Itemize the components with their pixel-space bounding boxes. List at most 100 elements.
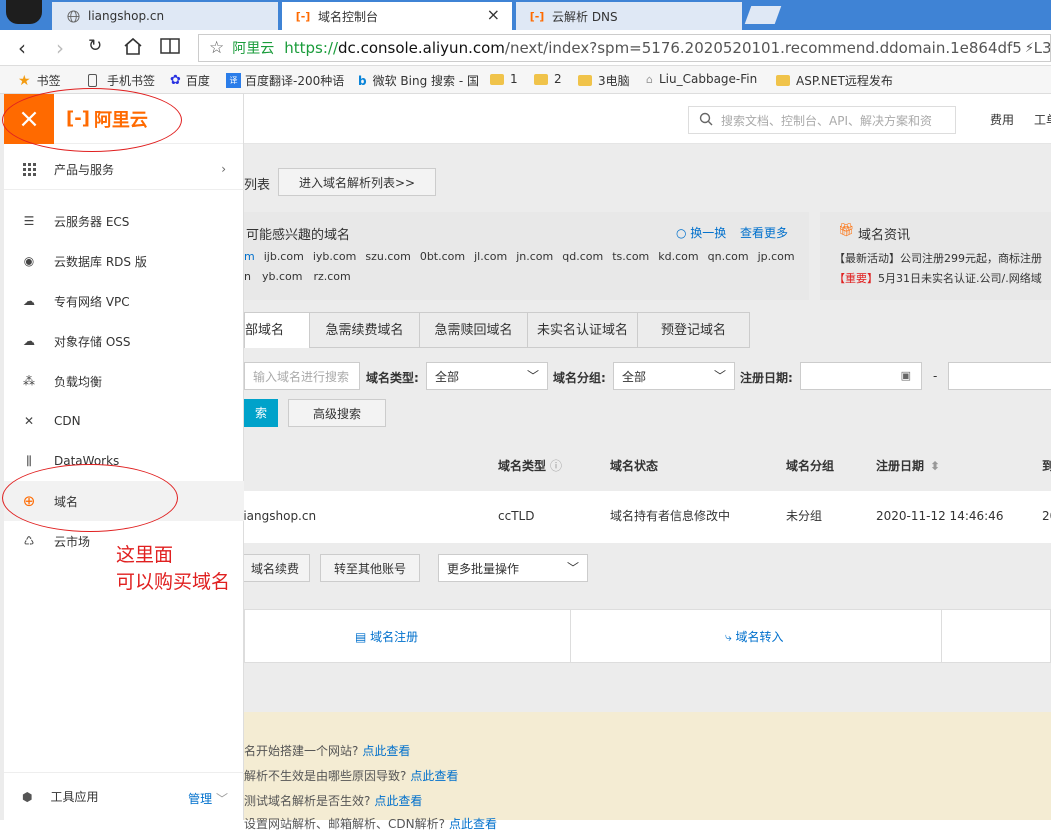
domain-table: 域名类型 ⓘ 域名状态 域名分组 注册日期 ⬍ 到 liangshop.cn ccT… [240, 441, 1051, 543]
aliyun-icon: [-] [295, 9, 311, 23]
tab-unverified[interactable]: 未实名认证域名 [528, 312, 638, 348]
domain-suggestion[interactable]: n [244, 270, 251, 283]
user-avatar[interactable] [6, 0, 42, 24]
domain-search-input[interactable]: 输入域名进行搜索 [244, 362, 360, 390]
url-field[interactable]: ☆ 阿里云 https:// dc.console.aliyun.com /ne… [198, 34, 1051, 62]
domain-suggestion[interactable]: ijb.com [264, 250, 304, 263]
folder-icon [490, 73, 504, 85]
sidebar-item-ecs[interactable]: ☰ 云服务器 ECS [4, 201, 244, 241]
annotation-text: 这里面 可以购买域名 [116, 544, 231, 593]
tab-preregister[interactable]: 预登记域名 [638, 312, 750, 348]
bookmark-item[interactable]: 1 [490, 72, 518, 86]
bookmark-item[interactable]: 2 [534, 72, 562, 86]
sort-icon[interactable]: ⬍ [930, 459, 940, 473]
domain-suggestion[interactable]: jp.com [758, 250, 795, 263]
browser-tab-2[interactable]: [-] 域名控制台 × [282, 2, 512, 30]
date-start-input[interactable]: ▣ [800, 362, 922, 390]
goto-dns-list-button[interactable]: 进入域名解析列表>> [278, 168, 436, 196]
reader-icon[interactable] [160, 38, 180, 57]
sidebar-item-slb[interactable]: ⁂ 负载均衡 [4, 361, 244, 401]
help-link[interactable]: 点此查看 [374, 794, 422, 808]
table-header: 域名类型 ⓘ 域名状态 域名分组 注册日期 ⬍ 到 [244, 441, 1051, 491]
domain-suggestion[interactable]: iyb.com [313, 250, 357, 263]
aliyun-icon: [-] [529, 9, 545, 23]
bookmark-item[interactable]: ⌂ Liu_Cabbage-Fin [646, 72, 757, 86]
date-end-input[interactable] [948, 362, 1051, 390]
col-group: 域名分组 [786, 459, 835, 473]
type-select[interactable]: 全部 ﹀ [426, 362, 548, 390]
global-search[interactable]: 搜索文档、控制台、API、解决方案和资 [688, 106, 956, 134]
type-filter-label: 域名类型: [366, 371, 419, 385]
tab-all-domains[interactable]: 部域名 [244, 312, 310, 348]
manage-link[interactable]: 管理 ﹀ [188, 790, 228, 807]
news-line-1[interactable]: 【最新活动】公司注册299元起，商标注册 [834, 250, 1042, 266]
search-button[interactable]: 索 [244, 399, 278, 427]
transfer-account-button[interactable]: 转至其他账号 [320, 554, 420, 582]
help-link[interactable]: 点此查看 [449, 817, 497, 831]
domain-suggestion[interactable]: ts.com [612, 250, 649, 263]
domain-suggestion[interactable]: 0bt.com [420, 250, 465, 263]
product-sidebar: × [-] 阿里云 产品与服务 › ☰ 云服务器 ECS ◉ 云数据库 RDS 版 … [4, 93, 244, 820]
domain-suggestion[interactable]: yb.com [262, 270, 302, 283]
new-tab-button[interactable] [744, 6, 782, 24]
bookmark-item[interactable]: ✿ 百度 [170, 72, 210, 89]
bookmark-item[interactable]: ★ 书签 [18, 72, 61, 89]
advanced-search-button[interactable]: 高级搜索 [288, 399, 386, 427]
renew-button[interactable]: 域名续费 [240, 554, 310, 582]
sidebar-item-oss[interactable]: ☁ 对象存储 OSS [4, 321, 244, 361]
sidebar-item-vpc[interactable]: ☁ 专有网络 VPC [4, 281, 244, 321]
nav-link-fees[interactable]: 费用 [990, 111, 1014, 128]
url-scheme: https:// [284, 39, 339, 57]
domain-link[interactable]: liangshop.cn [240, 491, 316, 541]
bookmark-item[interactable]: b 微软 Bing 搜索 - 国 [358, 72, 479, 89]
col-date[interactable]: 注册日期 ⬍ [876, 441, 940, 491]
sidebar-item-rds[interactable]: ◉ 云数据库 RDS 版 [4, 241, 244, 281]
domain-suggestion[interactable]: m [244, 250, 255, 263]
nav-link-tickets[interactable]: 工单 [1034, 111, 1051, 128]
site-identity: 阿里云 [232, 41, 275, 57]
tab-renew[interactable]: 急需续费域名 [310, 312, 420, 348]
bookmarks-bar: ★ 书签 手机书签 ✿ 百度 译百度翻译-200种语 b 微软 Bing 搜索 - 国… [0, 66, 1051, 94]
batch-ops-select[interactable]: 更多批量操作 ﹀ [438, 554, 588, 582]
bookmark-item[interactable]: ASP.NET远程发布 [776, 72, 893, 89]
browser-tab-3[interactable]: [-] 云解析 DNS [516, 2, 742, 30]
folder-icon [534, 73, 548, 85]
help-line: 名开始搭建一个网站? 点此查看 [244, 744, 411, 758]
group-select[interactable]: 全部 ﹀ [613, 362, 735, 390]
bookmark-star-icon[interactable]: ☆ [209, 38, 224, 58]
actions-panel: ▤ 域名注册 ⤷ 域名转入 [244, 609, 1051, 663]
domain-suggestion[interactable]: qn.com [708, 250, 749, 263]
back-icon[interactable]: ‹ [18, 36, 26, 60]
close-tab-icon[interactable]: × [487, 5, 500, 24]
extension-icon[interactable]: ⚡ [1020, 40, 1034, 56]
refresh-icon[interactable]: ↻ [88, 36, 102, 56]
domain-suggestion[interactable]: szu.com [365, 250, 410, 263]
news-line-2[interactable]: 【重要】5月31日未实名认证.公司/.网络域 [834, 270, 1042, 286]
help-link[interactable]: 点此查看 [410, 769, 458, 783]
sidebar-products[interactable]: 产品与服务 › [4, 150, 244, 190]
domain-suggestion[interactable]: jn.com [516, 250, 553, 263]
home-icon[interactable] [123, 37, 143, 58]
refresh-icon: ○ [676, 226, 691, 240]
cdn-icon: ✕ [23, 414, 35, 428]
calendar-icon[interactable]: ▣ [901, 369, 911, 382]
domain-suggestion[interactable]: kd.com [658, 250, 698, 263]
bookmark-item[interactable]: 译百度翻译-200种语 [226, 72, 344, 89]
domain-register-link[interactable]: ▤ 域名注册 [355, 628, 418, 645]
help-link[interactable]: 点此查看 [362, 744, 410, 758]
interest-panel: 可能感兴趣的域名 ○ 换一换 查看更多 m ijb.com iyb.com sz… [244, 212, 809, 300]
bookmark-item[interactable]: 手机书签 [88, 72, 155, 89]
forward-icon[interactable]: › [56, 36, 64, 60]
sidebar-item-cdn[interactable]: ✕ CDN [4, 401, 244, 441]
domain-suggestion[interactable]: rz.com [313, 270, 350, 283]
domain-suggestion[interactable]: qd.com [562, 250, 603, 263]
help-icon[interactable]: ⓘ [550, 459, 562, 473]
domain-suggestion[interactable]: jl.com [474, 250, 507, 263]
annotation-logo-ellipse [2, 88, 182, 152]
bookmark-item[interactable]: 3电脑 [578, 72, 630, 89]
refresh-link[interactable]: ○ 换一换 [676, 224, 726, 241]
more-link[interactable]: 查看更多 [740, 224, 788, 241]
tab-redeem[interactable]: 急需赎回域名 [420, 312, 528, 348]
domain-transfer-in-link[interactable]: ⤷ 域名转入 [725, 628, 784, 645]
browser-tab-1[interactable]: liangshop.cn [52, 2, 278, 30]
